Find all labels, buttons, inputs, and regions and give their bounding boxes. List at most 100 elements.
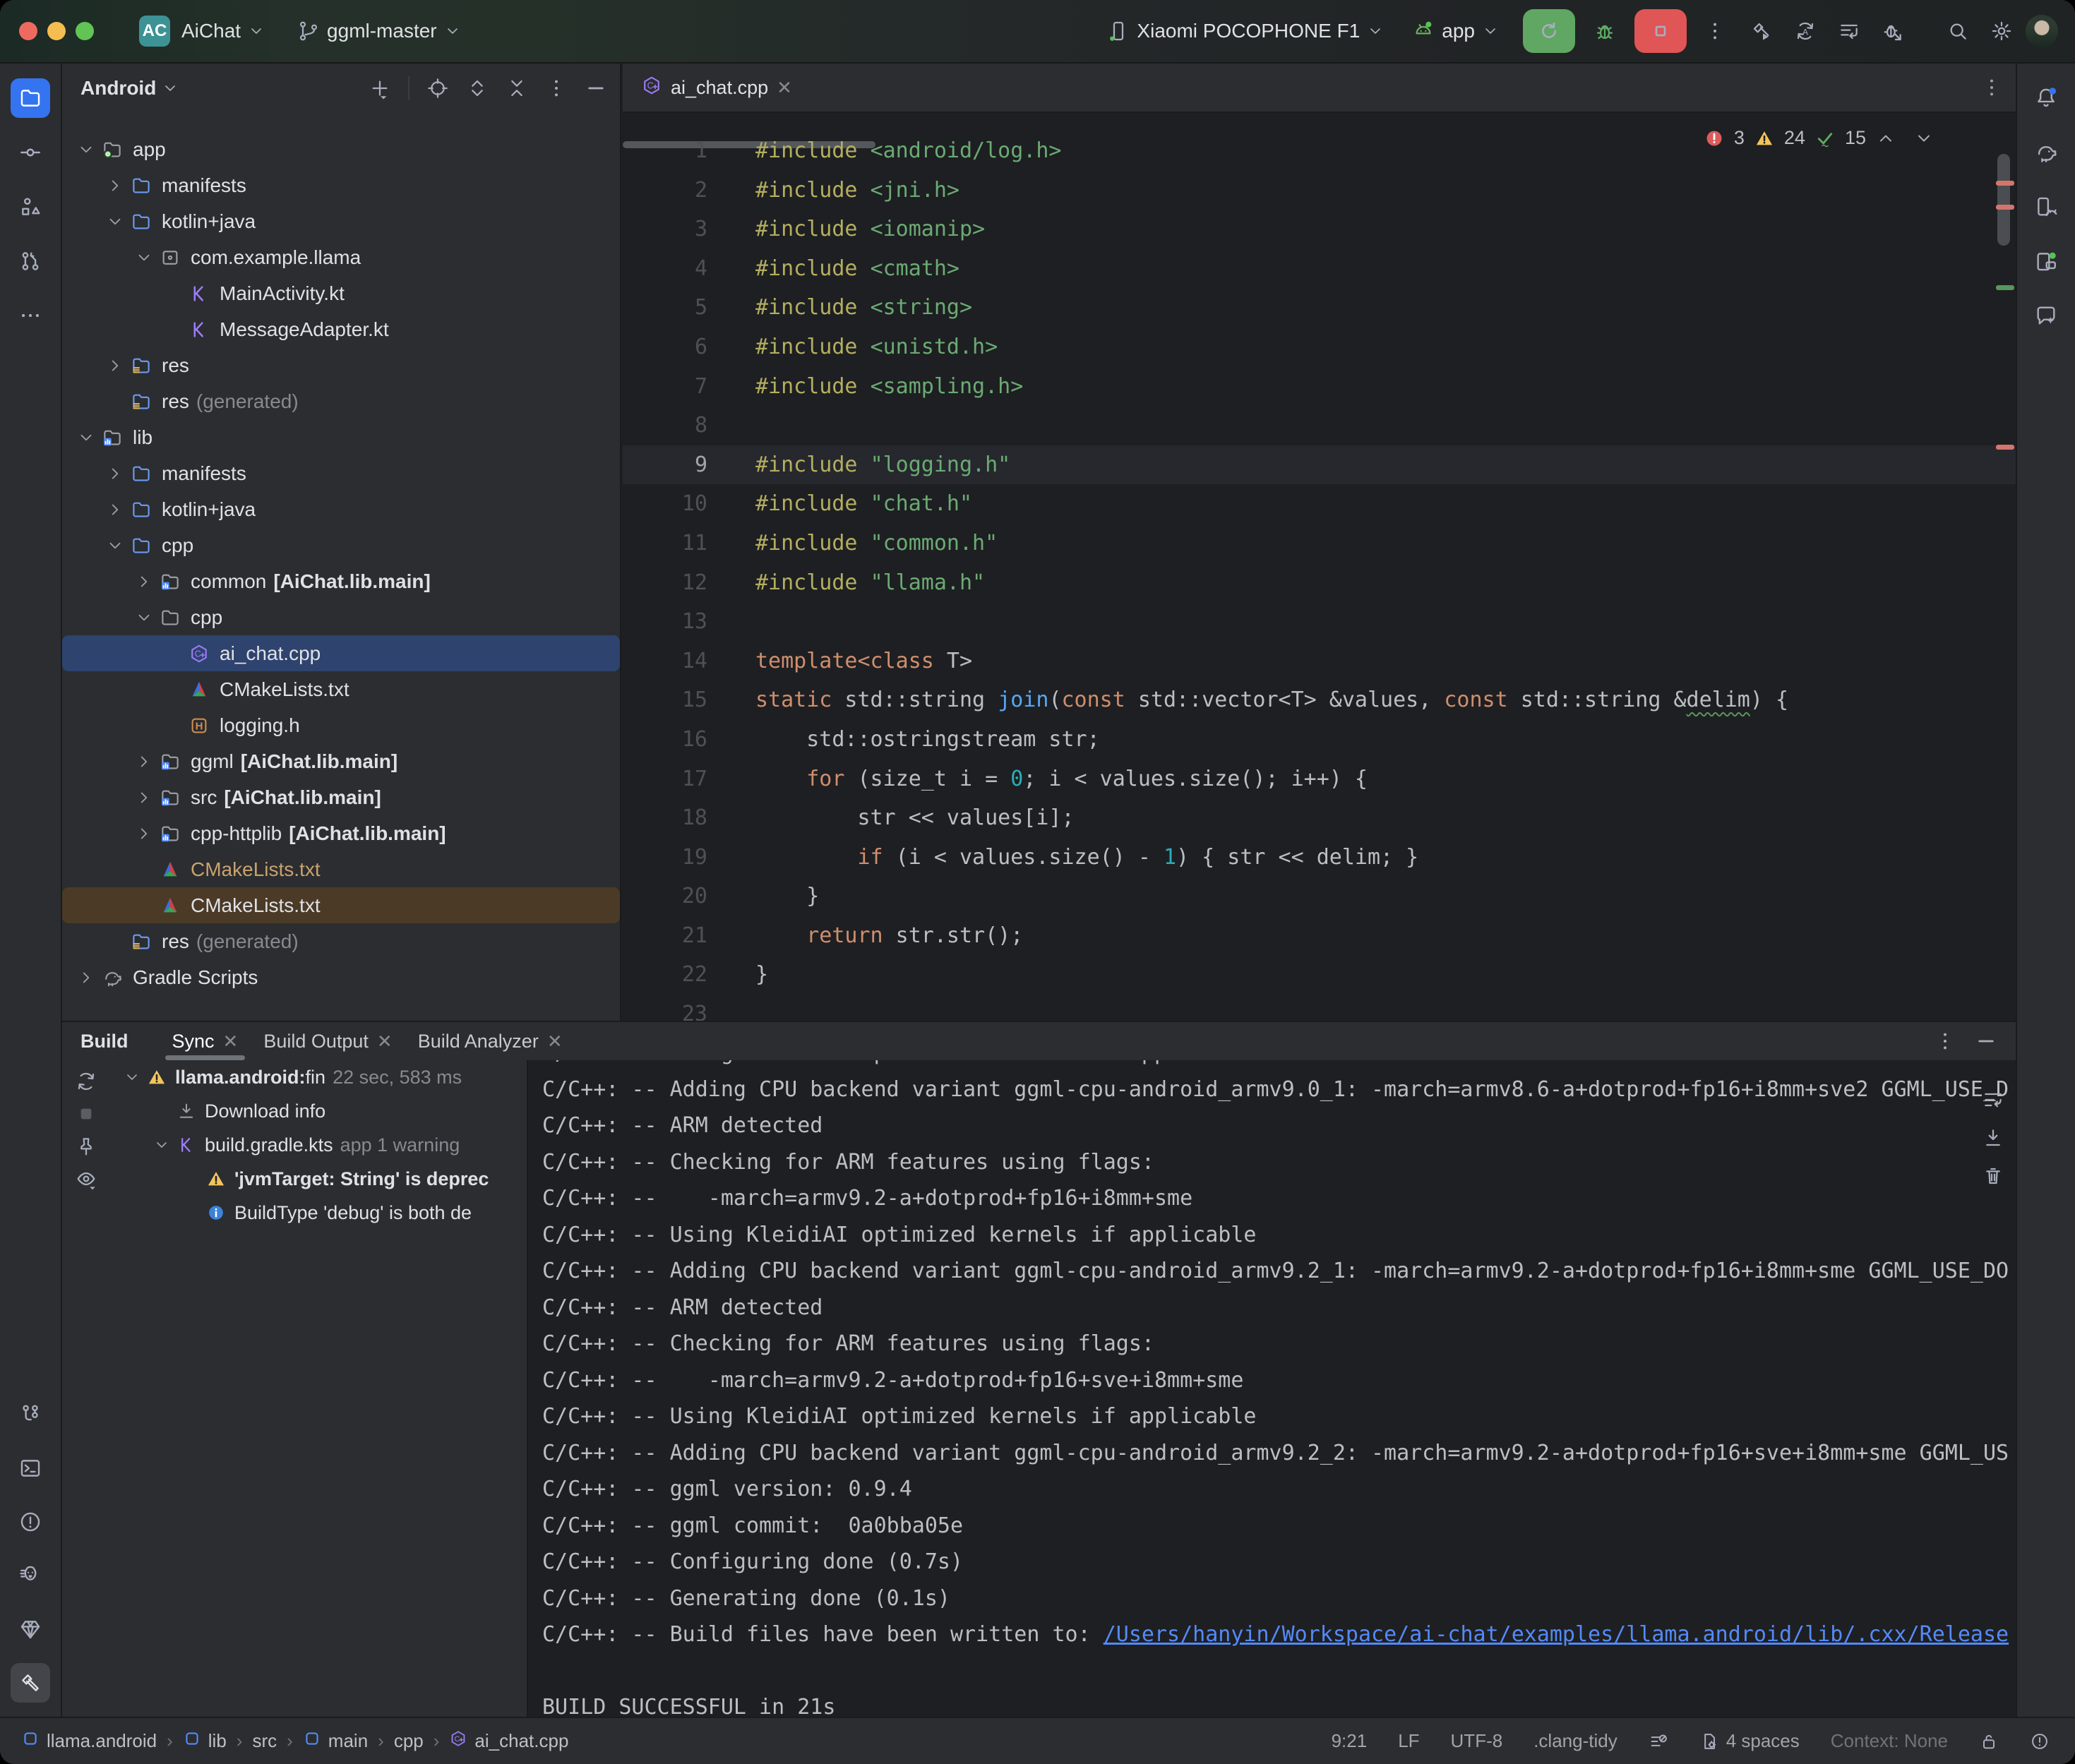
chevron-right-icon[interactable] <box>131 752 157 771</box>
sync-tree-item[interactable]: build.gradle.ktsapp 1 warning <box>110 1128 527 1162</box>
gradle-icon[interactable] <box>2026 133 2066 172</box>
tree-item-manifests[interactable]: manifests <box>62 455 620 491</box>
prev-problem-icon[interactable] <box>1876 128 1896 148</box>
line-number-14[interactable]: 14 <box>623 642 707 681</box>
tree-item-kotlin-java[interactable]: kotlin+java <box>62 203 620 239</box>
profiler-icon[interactable] <box>1882 20 1904 42</box>
build-tab-build-output[interactable]: Build Output✕ <box>251 1022 405 1060</box>
line-number-23[interactable]: 23 <box>623 995 707 1021</box>
rerun-button[interactable] <box>1523 9 1575 53</box>
tree-item-lib[interactable]: lib <box>62 419 620 455</box>
problems-icon[interactable] <box>11 1502 50 1542</box>
gemini-icon[interactable] <box>2026 296 2066 335</box>
search-everywhere-icon[interactable] <box>1947 20 1969 42</box>
line-number-6[interactable]: 6 <box>623 328 707 367</box>
build-variants-icon[interactable] <box>1838 20 1860 42</box>
add-icon[interactable] <box>369 77 391 100</box>
code-editor[interactable]: #include <android/log.h>#include <jni.h>… <box>623 113 2016 1021</box>
caret-position[interactable]: 9:21 <box>1332 1730 1368 1752</box>
tree-item-mainactivity-kt[interactable]: MainActivity.kt <box>62 275 620 311</box>
tree-item-manifests[interactable]: manifests <box>62 167 620 203</box>
locate-icon[interactable] <box>426 77 449 100</box>
ai-context[interactable]: Context: None <box>1831 1730 1948 1752</box>
clang-tidy[interactable]: .clang-tidy <box>1533 1730 1617 1752</box>
tree-item-logging-h[interactable]: Hlogging.h <box>62 707 620 743</box>
code-line-11[interactable]: #include "common.h" <box>623 524 2016 563</box>
error-stripe-mark[interactable] <box>1996 205 2014 210</box>
tree-item-cmakelists-txt[interactable]: CMakeLists.txt <box>62 887 620 923</box>
editor-options-icon[interactable] <box>1980 76 2003 99</box>
build-output-path-link[interactable]: /Users/hanyin/Workspace/ai-chat/examples… <box>1104 1622 2009 1647</box>
version-control-icon[interactable] <box>11 1395 50 1434</box>
code-line-23[interactable] <box>623 995 2016 1021</box>
formatter-indicator[interactable] <box>1649 1732 1668 1751</box>
editor-tab-ai-chat-cpp[interactable]: C ai_chat.cpp ✕ <box>623 64 806 112</box>
breadcrumb-item-lib[interactable]: lib <box>183 1729 227 1753</box>
code-line-16[interactable]: std::ostringstream str; <box>623 720 2016 760</box>
running-devices-icon[interactable] <box>2026 241 2066 281</box>
terminal-icon[interactable] <box>11 1448 50 1488</box>
chevron-down-icon[interactable] <box>131 248 157 267</box>
line-number-8[interactable]: 8 <box>623 406 707 445</box>
code-line-20[interactable]: } <box>623 877 2016 916</box>
build-icon[interactable] <box>11 1663 50 1703</box>
line-number-10[interactable]: 10 <box>623 484 707 524</box>
error-stripe-mark[interactable] <box>1996 445 2014 450</box>
project-widget[interactable]: AiChat <box>181 20 265 42</box>
breadcrumb-item-llama-android[interactable]: llama.android <box>21 1729 157 1753</box>
code-line-4[interactable]: #include <cmath> <box>623 249 2016 289</box>
code-line-18[interactable]: str << values[i]; <box>623 798 2016 838</box>
line-number-22[interactable]: 22 <box>623 955 707 995</box>
chevron-right-icon[interactable] <box>131 824 157 843</box>
structure-icon[interactable] <box>11 187 50 227</box>
code-area[interactable]: #include <android/log.h>#include <jni.h>… <box>623 131 2016 1021</box>
line-number-17[interactable]: 17 <box>623 760 707 799</box>
build-console[interactable]: C/C++: -- Using KleidiAI optimized kerne… <box>527 1060 2016 1718</box>
line-number-9[interactable]: 9 <box>623 445 707 485</box>
close-tab-icon[interactable]: ✕ <box>547 1031 563 1052</box>
pin-icon[interactable] <box>75 1135 97 1158</box>
line-number-18[interactable]: 18 <box>623 798 707 838</box>
encoding[interactable]: UTF-8 <box>1451 1730 1503 1752</box>
expand-all-icon[interactable] <box>466 77 489 100</box>
tree-item-gradle-scripts[interactable]: Gradle Scripts <box>62 959 620 995</box>
line-number-20[interactable]: 20 <box>623 877 707 916</box>
tree-item-ggml[interactable]: ggml[AiChat.lib.main] <box>62 743 620 779</box>
chevron-down-icon[interactable] <box>150 1136 174 1153</box>
code-line-22[interactable]: } <box>623 955 2016 995</box>
tree-item-cpp[interactable]: cpp <box>62 527 620 563</box>
tree-item-cpp[interactable]: cpp <box>62 599 620 635</box>
line-number-5[interactable]: 5 <box>623 288 707 328</box>
zoom-window-button[interactable] <box>76 22 94 40</box>
close-tab-icon[interactable]: ✕ <box>223 1031 239 1052</box>
code-line-14[interactable]: template<class T> <box>623 642 2016 681</box>
project-view-selector[interactable]: Android <box>80 77 179 100</box>
sync-tree-item[interactable]: 'jvmTarget: String' is deprec <box>110 1162 527 1196</box>
device-selector[interactable]: Xiaomi POCOPHONE F1 <box>1107 20 1384 42</box>
chevron-down-icon[interactable] <box>120 1069 144 1086</box>
chevron-down-icon[interactable] <box>73 428 99 447</box>
close-window-button[interactable] <box>19 22 37 40</box>
editor-gutter[interactable]: 1234567891011121314151617181920212223 <box>623 131 707 1021</box>
sync-tree-item[interactable]: llama.android: fin22 sec, 583 ms <box>110 1060 527 1094</box>
clear-icon[interactable] <box>1982 1165 2004 1187</box>
filter-view-icon[interactable] <box>75 1168 97 1190</box>
build-tab-build-analyzer[interactable]: Build Analyzer✕ <box>405 1022 575 1060</box>
breadcrumb-item-main[interactable]: main <box>303 1729 368 1753</box>
code-line-5[interactable]: #include <string> <box>623 288 2016 328</box>
hide-icon[interactable] <box>585 77 607 100</box>
code-line-15[interactable]: static std::string join(const std::vecto… <box>623 680 2016 720</box>
line-number-7[interactable]: 7 <box>623 367 707 407</box>
hide-build-panel-icon[interactable] <box>1975 1030 1997 1052</box>
tree-item-src[interactable]: src[AiChat.lib.main] <box>62 779 620 815</box>
write-access[interactable] <box>1979 1732 1999 1751</box>
close-tab-icon[interactable]: ✕ <box>377 1031 393 1052</box>
chevron-down-icon[interactable] <box>102 536 128 555</box>
sync-tree-item[interactable]: BuildType 'debug' is both de <box>110 1196 527 1230</box>
sync-tree-item[interactable]: Download info <box>110 1094 527 1128</box>
commit-icon[interactable] <box>11 133 50 172</box>
run-config-selector[interactable]: app <box>1412 20 1499 42</box>
build-run-icon[interactable] <box>1750 20 1773 42</box>
more-tools-icon[interactable] <box>11 296 50 335</box>
chevron-down-icon[interactable] <box>131 608 157 627</box>
